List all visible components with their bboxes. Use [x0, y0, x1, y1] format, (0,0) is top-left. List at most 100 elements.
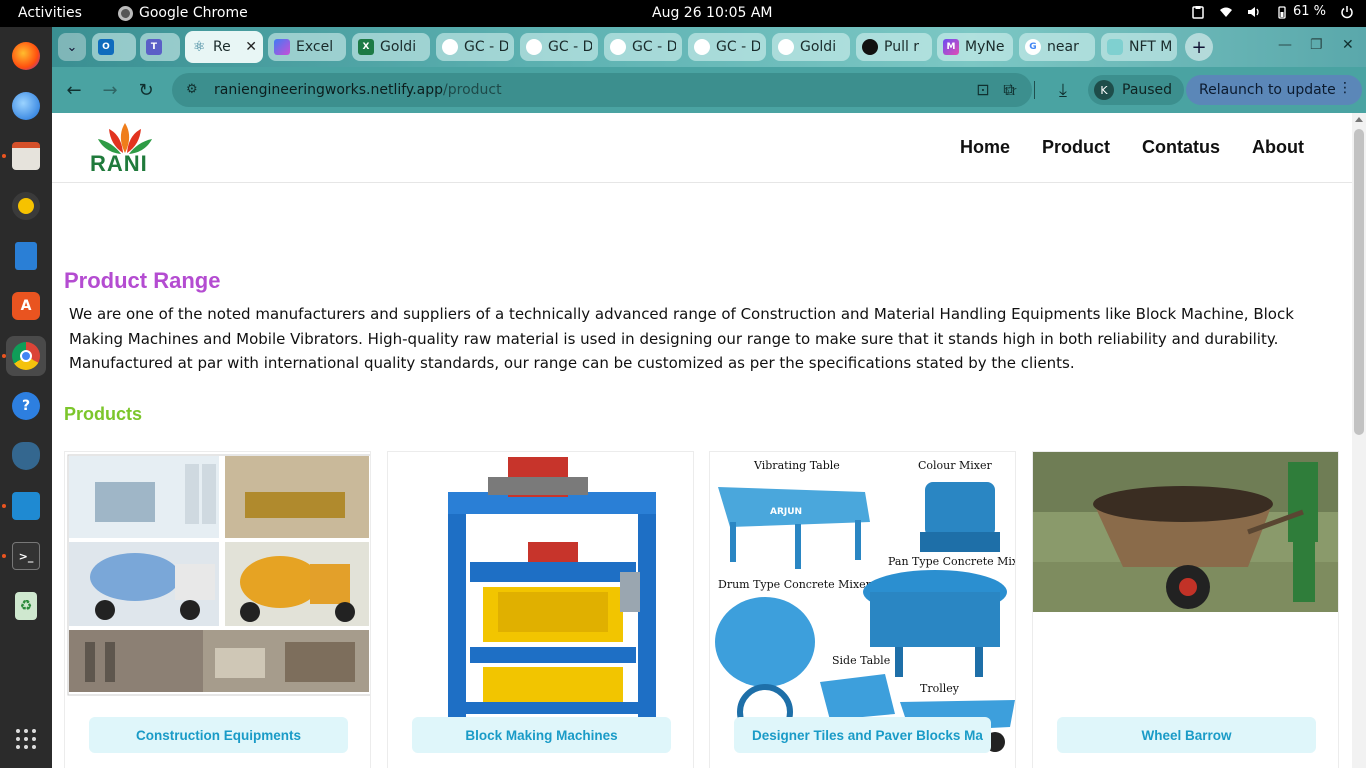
product-image	[388, 452, 693, 752]
product-card-wheel-barrow[interactable]: Wheel Barrow	[1032, 451, 1339, 768]
nav-product[interactable]: Product	[1042, 137, 1110, 158]
goldi-icon	[694, 39, 710, 55]
product-label[interactable]: Construction Equipments	[89, 717, 348, 753]
page-scrollbar[interactable]	[1352, 113, 1366, 768]
profile-button[interactable]: K Paused	[1088, 75, 1184, 105]
nav-contactus[interactable]: Contatus	[1142, 137, 1220, 158]
clock[interactable]: Aug 26 10:05 AM	[652, 5, 773, 21]
nav-about[interactable]: About	[1252, 137, 1304, 158]
tab[interactable]: NFT M	[1101, 33, 1177, 61]
tab[interactable]: Excel	[268, 33, 346, 61]
goldi-icon	[442, 39, 458, 55]
tab[interactable]: Goldi	[772, 33, 850, 61]
dock-firefox[interactable]	[6, 36, 46, 76]
dock-vscode[interactable]	[6, 486, 46, 526]
products-heading: Products	[64, 404, 143, 424]
activities-button[interactable]: Activities	[18, 5, 82, 21]
plus-icon: +	[1191, 36, 1207, 58]
document-icon	[15, 242, 37, 270]
product-card-block-machines[interactable]: Block Making Machines	[387, 451, 694, 768]
tab-strip: ⌄ O T ⚛ Re ✕ Excel X Goldi GC - D GC - D GC…	[52, 27, 1366, 67]
dock-terminal[interactable]: >_	[6, 536, 46, 576]
relaunch-button[interactable]: Relaunch to update ⋮	[1186, 75, 1362, 105]
tab[interactable]: GC - D	[604, 33, 682, 61]
tab[interactable]: GC - D	[688, 33, 766, 61]
tab-search-button[interactable]: ⌄	[58, 33, 86, 61]
image-caption: Drum Type Concrete Mixer	[718, 578, 872, 591]
dock-postgres[interactable]	[6, 436, 46, 476]
scrollbar-thumb[interactable]	[1354, 129, 1364, 435]
dock-trash[interactable]: ♻	[6, 586, 46, 626]
close-window-button[interactable]: ✕	[1342, 37, 1354, 53]
image-caption: Vibrating Table	[753, 459, 840, 472]
tab[interactable]: T	[140, 33, 180, 61]
product-label[interactable]: Designer Tiles and Paver Blocks Ma	[734, 717, 991, 753]
clipboard-icon[interactable]	[1191, 5, 1205, 19]
tab[interactable]: GC - D	[520, 33, 598, 61]
excel-icon: X	[358, 39, 374, 55]
close-icon[interactable]: ✕	[245, 39, 257, 55]
dock-writer[interactable]	[6, 236, 46, 276]
nav-home[interactable]: Home	[960, 137, 1010, 158]
battery-icon	[1278, 5, 1286, 19]
url-domain: raniengineeringworks.netlify.app	[214, 82, 444, 98]
site-info-icon[interactable]: ⚙	[186, 82, 202, 98]
tab-active[interactable]: ⚛ Re ✕	[185, 31, 263, 63]
dock-help[interactable]: ?	[6, 386, 46, 426]
new-tab-button[interactable]: +	[1185, 33, 1213, 61]
tab[interactable]: O	[92, 33, 136, 61]
terminal-icon: >_	[12, 542, 40, 570]
maximize-button[interactable]: ❐	[1310, 37, 1323, 53]
dock-chrome[interactable]	[6, 336, 46, 376]
product-card-construction[interactable]: Construction Equipments	[64, 451, 371, 768]
product-label[interactable]: Block Making Machines	[412, 717, 671, 753]
chrome-icon	[12, 342, 40, 370]
power-icon[interactable]	[1340, 5, 1354, 19]
dock-software[interactable]: A	[6, 286, 46, 326]
trash-icon: ♻	[15, 592, 37, 620]
scroll-up-arrow-icon[interactable]	[1355, 117, 1363, 122]
postgres-icon	[12, 442, 40, 470]
toolbar-divider	[1034, 81, 1035, 99]
downloads-button[interactable]: ⤓	[1050, 77, 1076, 103]
vscode-icon	[12, 492, 40, 520]
battery-indicator[interactable]: 61 %	[1275, 4, 1326, 19]
kebab-menu-icon[interactable]: ⋮	[1338, 80, 1352, 96]
volume-icon[interactable]	[1247, 5, 1261, 19]
page-title: Product Range	[64, 268, 221, 293]
wifi-icon[interactable]	[1219, 5, 1233, 19]
tiles-equipment-image: Vibrating Table Colour Mixer ARJUN Pan T…	[715, 459, 1015, 752]
system-top-bar: Activities Google Chrome Aug 26 10:05 AM…	[0, 0, 1366, 27]
product-label[interactable]: Wheel Barrow	[1057, 717, 1316, 753]
product-card-designer-tiles[interactable]: Vibrating Table Colour Mixer ARJUN Pan T…	[709, 451, 1016, 768]
dock-rhythmbox[interactable]	[6, 186, 46, 226]
avatar: K	[1094, 80, 1114, 100]
web-page: RANI Home Product Contatus About Product…	[52, 113, 1352, 768]
minimize-button[interactable]: —	[1278, 37, 1292, 53]
install-app-icon[interactable]: ⊡	[976, 80, 989, 99]
nft-icon	[1107, 39, 1123, 55]
puzzle-icon: ⧉	[1003, 80, 1015, 99]
show-apps-button[interactable]	[6, 719, 46, 759]
forward-button[interactable]: →	[97, 77, 123, 103]
tab[interactable]: M MyNe	[937, 33, 1013, 61]
goldi-icon	[778, 39, 794, 55]
relaunch-label: Relaunch to update	[1199, 82, 1336, 98]
site-logo[interactable]: RANI	[90, 121, 160, 177]
dock-thunderbird[interactable]	[6, 86, 46, 126]
tab[interactable]: Pull r	[856, 33, 932, 61]
download-icon: ⤓	[1059, 79, 1067, 101]
system-tray[interactable]: 61 %	[1191, 4, 1354, 19]
back-button[interactable]: ←	[61, 77, 87, 103]
reload-button[interactable]: ↻	[133, 77, 159, 103]
tab[interactable]: GC - D	[436, 33, 514, 61]
tab[interactable]: X Goldi	[352, 33, 430, 61]
product-image	[1033, 452, 1338, 752]
tab[interactable]: Gnear	[1019, 33, 1095, 61]
address-bar[interactable]: ⚙ raniengineeringworks.netlify.app/produ…	[172, 73, 1032, 107]
app-menu[interactable]: Google Chrome	[118, 5, 248, 21]
help-icon: ?	[12, 392, 40, 420]
dock-files[interactable]	[6, 136, 46, 176]
extensions-button[interactable]: ⧉	[996, 77, 1022, 103]
image-caption: Colour Mixer	[918, 459, 993, 472]
